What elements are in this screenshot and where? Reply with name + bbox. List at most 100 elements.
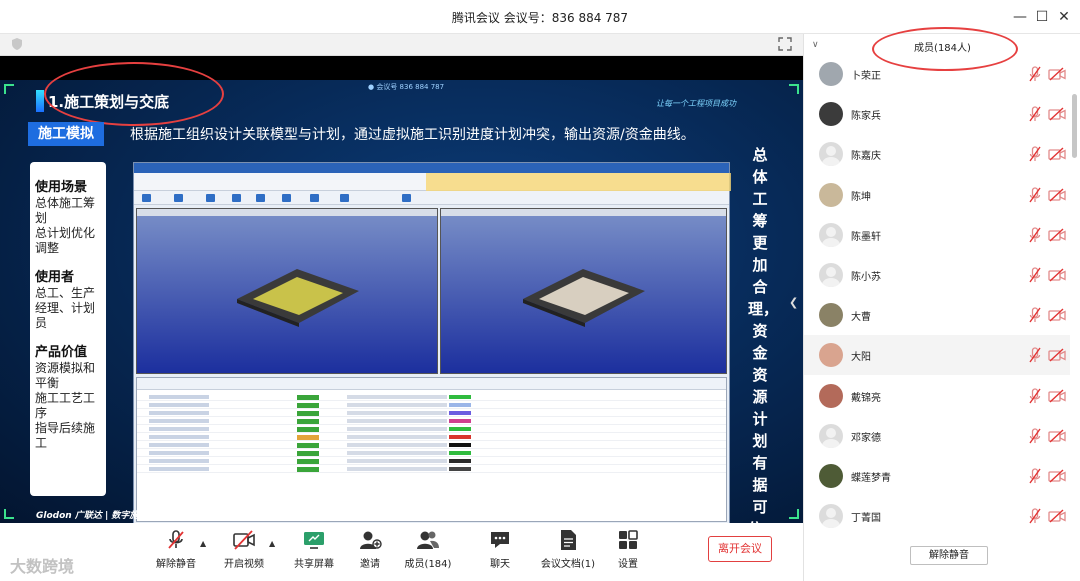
member-row[interactable]: 陈坤 [804,175,1070,215]
scrollbar[interactable] [1072,94,1077,158]
card-line: 总体施工筹 [35,196,96,210]
collapse-panel-icon[interactable]: ❮ [789,296,798,309]
camera-off-icon [1048,509,1066,523]
avatar [819,142,843,167]
member-row[interactable]: 大曹 [804,295,1070,335]
member-name: 丁菁国 [851,513,881,525]
toolbar-icon [256,194,265,202]
chat-button[interactable]: 聊天 [472,529,528,577]
table-row [137,458,726,465]
member-row[interactable]: 卜荣正 [804,54,1070,94]
settings-label: 设置 [618,559,638,570]
camera-off-icon [1048,147,1066,161]
slide-corner [789,509,799,519]
member-row[interactable]: 大阳 [804,335,1070,376]
chat-icon [491,532,509,548]
member-row[interactable]: 丁菁国 [804,496,1070,536]
mic-muted-icon [1029,307,1041,323]
mic-muted-icon [1029,267,1041,283]
meeting-docs-button[interactable]: 会议文档(1) [540,529,596,577]
member-name: 戴锦亮 [851,392,881,404]
member-row[interactable]: 陈小苏 [804,255,1070,295]
timeline-highlight [426,173,731,191]
mic-muted-icon [1029,387,1041,404]
member-list: 卜荣正 陈家兵陈嘉庆陈坤陈墨轩陈小苏大曹大阳戴锦亮邓家德蝶莲梦青丁菁国 [804,54,1080,536]
shared-screen: ● 会议号 836 884 787 1.施工策划与交底 让每一个工程项目成功 施… [0,56,803,523]
camera-off-icon [1048,268,1066,282]
member-row[interactable]: 陈墨轩 [804,215,1070,255]
card-line: 员 [35,316,48,330]
toolbar-icon [282,194,291,202]
avatar [819,303,843,328]
invite-button[interactable]: 邀请 [342,529,398,577]
mic-muted-icon [168,530,184,549]
member-name: 陈小苏 [851,272,881,283]
table-row [137,394,726,401]
slide-meeting-id: ● 会议号 836 884 787 [368,83,445,91]
unmute-button[interactable]: 解除静音 [148,529,204,577]
member-name: 陈嘉庆 [851,151,881,163]
title-accent-bar [36,90,44,112]
watermark: 大数跨境 [10,557,75,576]
software-toolbar [134,191,729,205]
model-view-right [440,208,727,374]
member-row[interactable]: 邓家德 [804,416,1070,456]
card-line: 资源模拟和 [35,361,96,375]
member-row[interactable]: 陈家兵 [804,94,1070,134]
section-label: 施工模拟 [28,122,104,146]
minimize-icon[interactable]: — [1010,7,1030,27]
brand-logo: Glodon 广联达 | 数字施工 [36,511,148,521]
unmute-label: 解除静音 [156,559,196,570]
view-header [441,209,726,216]
camera-off-icon [233,530,255,550]
camera-off-icon [1048,308,1066,322]
window-title: 腾讯会议 会议号：836 884 787 [451,11,629,25]
toolbar-icon [310,194,319,202]
member-row[interactable]: 陈嘉庆 [804,134,1070,174]
table-row [137,466,726,473]
card-line: 总工、生产 [35,286,96,300]
members-button[interactable]: 成员(184) [400,529,456,577]
slide-corner [789,84,799,94]
mic-muted-icon [1029,347,1041,363]
meeting-window: 腾讯会议 会议号：836 884 787 — ☐ ✕ ● 会议号 836 884… [0,0,1080,581]
mic-muted-icon [1029,66,1041,82]
fullscreen-icon[interactable] [778,37,792,51]
table-row [137,410,726,417]
member-name: 蝶莲梦青 [851,473,891,484]
table-row [137,434,726,441]
member-row[interactable]: 戴锦亮 [804,376,1070,416]
avatar [819,182,843,207]
camera-off-icon [1048,389,1066,403]
camera-off-icon [1048,469,1066,483]
card-line: 总计划优化 [35,226,96,240]
avatar [819,383,843,408]
maximize-icon[interactable]: ☐ [1032,7,1052,27]
chevron-up-icon[interactable]: ▲ [200,539,206,548]
table-row [137,418,726,425]
avatar [819,102,843,127]
stadium-model-icon [237,269,359,327]
member-row[interactable]: 蝶莲梦青 [804,456,1070,496]
info-card: 使用场景 总体施工筹 划 总计划优化 调整 使用者 总工、生产 经理、计划 员 … [30,162,106,496]
avatar [819,263,843,287]
mic-muted-icon [1029,428,1041,444]
leave-meeting-button[interactable]: 离开会议 [708,536,772,562]
member-name: 邓家德 [851,432,881,444]
camera-off-icon [1048,188,1066,202]
share-screen-button[interactable]: 共享屏幕 [286,529,342,577]
unmute-all-button[interactable]: 解除静音 [910,546,988,565]
start-video-button[interactable]: 开启视频 [216,529,272,577]
settings-button[interactable]: 设置 [600,529,656,577]
camera-off-icon [1048,107,1066,121]
member-name: 陈墨轩 [851,231,881,243]
slide-corner [4,84,14,94]
card-line: 经理、计划 [35,301,96,315]
card-heading: 使用者 [35,270,75,285]
chat-label: 聊天 [490,559,510,570]
toolbar-icon [174,194,183,202]
close-icon[interactable]: ✕ [1054,7,1074,27]
member-name: 大阳 [851,352,871,364]
avatar [819,504,843,529]
chevron-up-icon[interactable]: ▲ [269,539,275,548]
